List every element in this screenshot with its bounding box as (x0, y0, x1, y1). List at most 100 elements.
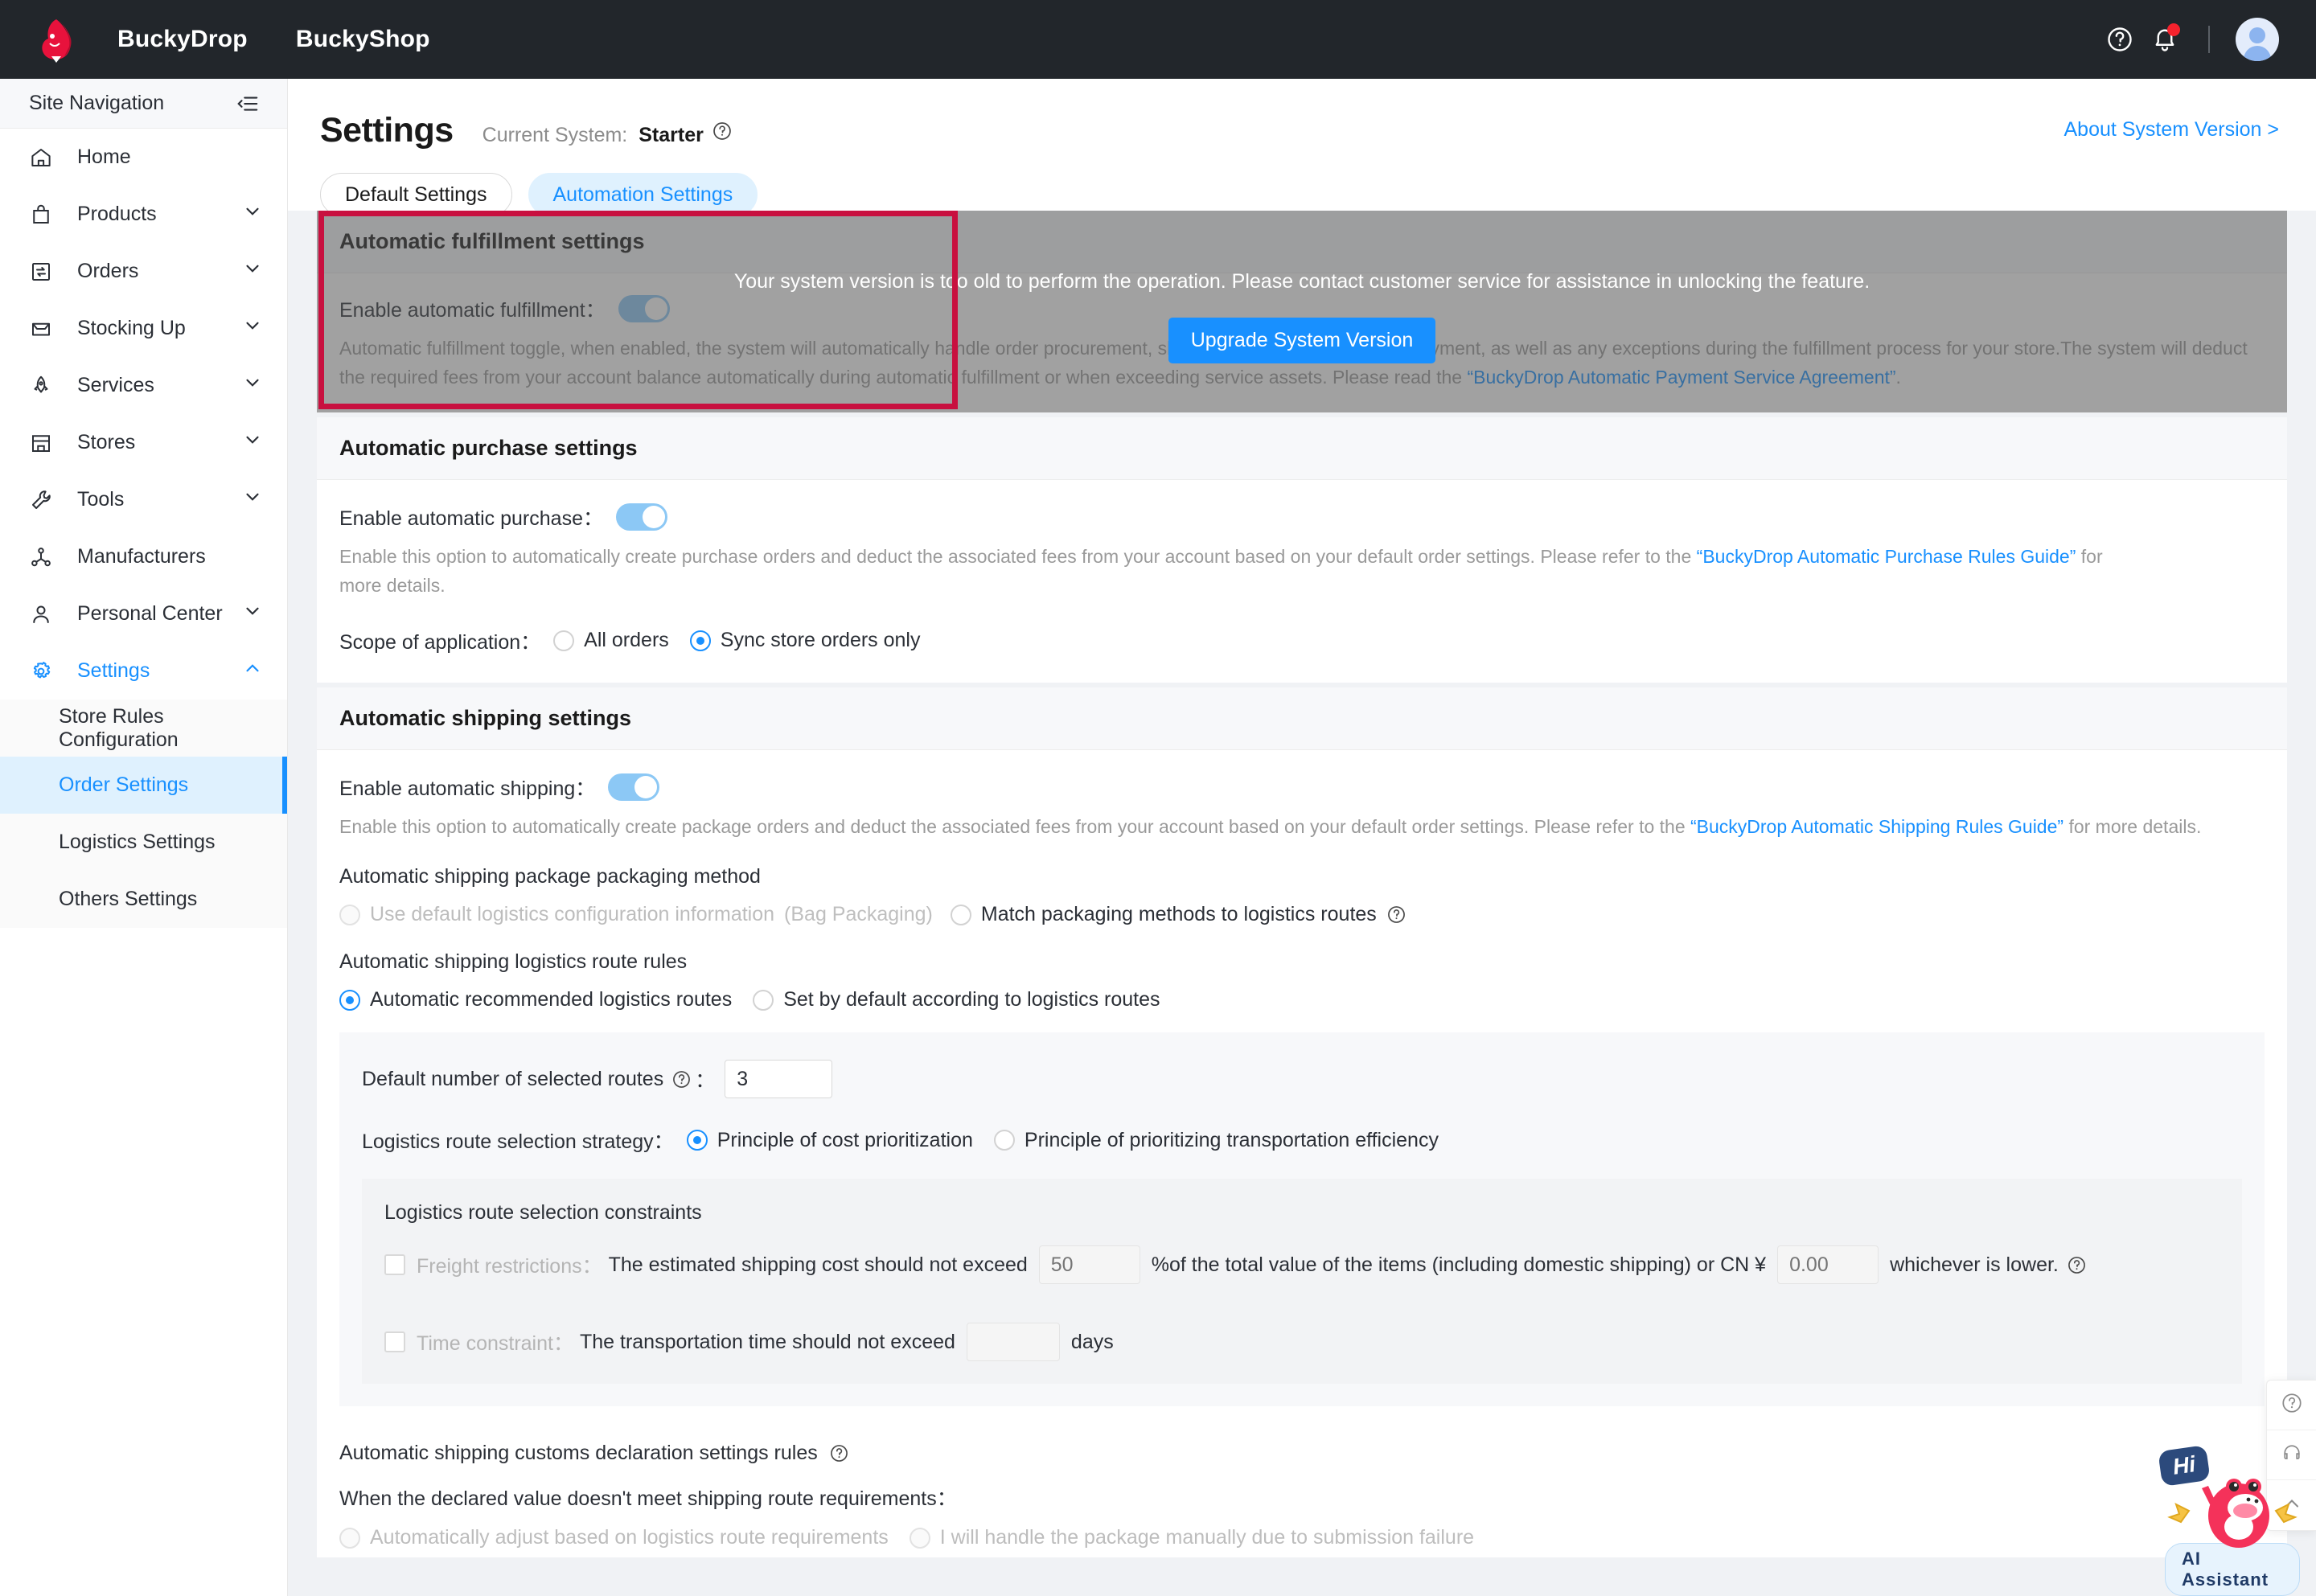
brand-buckyshop-link[interactable]: BuckyShop (296, 26, 430, 53)
radio-dot-icon (753, 989, 774, 1011)
time-constraint-text-2: days (1070, 1330, 1114, 1353)
sidebar: Site Navigation Home Products Orders Sto… (0, 79, 288, 1596)
wrench-icon (29, 488, 63, 512)
sidebar-item-stores[interactable]: Stores (0, 414, 287, 471)
network-nodes-icon (29, 545, 63, 569)
brand-buckydrop-link[interactable]: BuckyDrop (117, 26, 248, 53)
shipping-card-header: Automatic shipping settings (317, 687, 2287, 750)
sidebar-item-services[interactable]: Services (0, 357, 287, 414)
buckydrop-automatic-shipping-rules-guide-link[interactable]: “BuckyDrop Automatic Shipping Rules Guid… (1690, 816, 2063, 837)
customs-declaration-title: Automatic shipping customs declaration s… (339, 1442, 818, 1465)
route-rule-radio-automatic-recommended[interactable]: Automatic recommended logistics routes (339, 988, 732, 1011)
default-routes-input[interactable] (725, 1060, 833, 1099)
scope-radio-all-orders[interactable]: All orders (553, 629, 669, 652)
question-circle-icon[interactable] (712, 121, 733, 142)
default-routes-row: Default number of selected routes ： (362, 1060, 2242, 1099)
rocket-icon (29, 374, 63, 398)
packaging-help-icon[interactable] (1386, 905, 1406, 925)
customs-help-icon[interactable] (829, 1443, 849, 1463)
packaging-radio-use-default-logistics-config[interactable]: Use default logistics configuration info… (339, 903, 774, 926)
collapse-menu-icon[interactable] (234, 90, 261, 117)
page-header: Settings Current System: Starter About S… (288, 79, 2316, 216)
default-routes-label: Default number of selected routes (362, 1067, 664, 1090)
scope-radio-sync-store-orders-only[interactable]: Sync store orders only (689, 629, 921, 652)
enable-automatic-shipping-toggle[interactable] (608, 773, 660, 801)
radio-dot-icon (909, 1527, 930, 1549)
scope-of-application-label: Scope of application： (339, 630, 541, 654)
sidebar-item-home[interactable]: Home (0, 129, 287, 186)
shipping-helper-text: Enable this option to automatically crea… (339, 813, 2261, 842)
radio-dot-icon (553, 630, 575, 651)
sub-item-label: Logistics Settings (59, 831, 216, 853)
sidebar-item-stocking-up[interactable]: Stocking Up (0, 300, 287, 357)
sidebar-item-manufacturers[interactable]: Manufacturers (0, 528, 287, 585)
bag-icon (29, 203, 63, 227)
chevron-down-icon (242, 372, 263, 399)
about-system-version-link[interactable]: About System Version > (2063, 118, 2279, 142)
sidebar-item-products[interactable]: Products (0, 186, 287, 243)
strategy-radio-cost-prioritization[interactable]: Principle of cost prioritization (686, 1129, 973, 1152)
time-constraint-checkbox[interactable] (384, 1331, 405, 1353)
notification-badge-dot (2167, 23, 2180, 36)
radio-dot-icon (339, 1527, 360, 1549)
route-strategy-label: Logistics route selection strategy： (362, 1130, 674, 1154)
sidebar-title: Site Navigation (29, 92, 165, 114)
version-lock-overlay: Your system version is too old to perfor… (317, 211, 2287, 413)
sidebar-item-logistics-settings[interactable]: Logistics Settings (0, 814, 287, 871)
sidebar-item-label: Home (77, 146, 131, 168)
sidebar-item-label: Stores (77, 431, 136, 453)
home-icon (29, 146, 63, 170)
customs-radio-handle-manually[interactable]: I will handle the package manually due t… (909, 1526, 1474, 1549)
ai-assistant-mascot-icon: Hi (2158, 1445, 2300, 1549)
current-system-label: Current System: (482, 124, 628, 146)
buckydrop-dino-logo-icon[interactable] (32, 14, 82, 64)
packaging-method-radio-group: Use default logistics configuration info… (339, 903, 2265, 926)
chevron-down-icon (242, 429, 263, 456)
chevron-down-icon (242, 258, 263, 285)
shipping-helper-suffix: for more details. (2063, 815, 2202, 837)
sidebar-item-orders[interactable]: Orders (0, 243, 287, 300)
purchase-card-title: Automatic purchase settings (339, 436, 638, 461)
current-system-value: Starter (639, 124, 704, 146)
avatar[interactable] (2228, 18, 2279, 61)
buckydrop-automatic-purchase-rules-guide-link[interactable]: “BuckyDrop Automatic Purchase Rules Guid… (1697, 546, 2076, 567)
packaging-radio-label: Match packaging methods to logistics rou… (980, 903, 1377, 926)
freight-percent-input[interactable] (1038, 1245, 1140, 1285)
freight-restriction-checkbox[interactable] (384, 1254, 405, 1276)
sidebar-item-label: Stocking Up (77, 317, 186, 339)
time-constraint-days-input[interactable] (966, 1323, 1060, 1362)
sidebar-item-personal-center[interactable]: Personal Center (0, 585, 287, 642)
chevron-down-icon (242, 486, 263, 513)
sidebar-item-others-settings[interactable]: Others Settings (0, 871, 287, 928)
notification-bell-icon[interactable] (2142, 17, 2187, 62)
help-dock-button[interactable] (2267, 1381, 2316, 1430)
sidebar-item-label: Products (77, 203, 157, 225)
page-title: Settings (320, 111, 454, 150)
scope-radio-label: Sync store orders only (720, 629, 921, 652)
route-rule-radio-set-by-default[interactable]: Set by default according to logistics ro… (753, 988, 1160, 1011)
enable-automatic-shipping-label: Enable automatic shipping： (339, 777, 596, 800)
route-strategy-row: Logistics route selection strategy： Prin… (362, 1126, 2242, 1155)
enable-automatic-purchase-toggle[interactable] (615, 503, 667, 531)
packaging-radio-match-to-logistics-routes[interactable]: Match packaging methods to logistics rou… (950, 903, 1377, 926)
upgrade-system-version-button[interactable]: Upgrade System Version (1168, 317, 1436, 363)
purchase-helper-text: Enable this option to automatically crea… (339, 543, 2109, 600)
help-icon[interactable] (2097, 17, 2142, 62)
sidebar-item-store-rules-configuration[interactable]: Store Rules Configuration (0, 700, 287, 757)
customs-radio-automatically-adjust[interactable]: Automatically adjust based on logistics … (339, 1526, 889, 1549)
sidebar-item-tools[interactable]: Tools (0, 471, 287, 528)
chevron-down-icon (242, 315, 263, 342)
sub-item-label: Order Settings (59, 773, 189, 796)
freight-help-icon[interactable] (2067, 1255, 2087, 1275)
strategy-radio-transportation-efficiency[interactable]: Principle of prioritizing transportation… (993, 1129, 1439, 1152)
ai-assistant-widget[interactable]: Hi AI Assistant (2158, 1445, 2300, 1596)
settings-content-area: Automatic fulfillment settings Enable au… (288, 211, 2316, 1596)
tab-default-settings[interactable]: Default Settings (320, 173, 512, 216)
freight-amount-input[interactable] (1777, 1245, 1879, 1285)
sidebar-item-order-settings[interactable]: Order Settings (0, 757, 287, 814)
default-routes-help-icon[interactable] (671, 1069, 692, 1089)
sidebar-item-settings[interactable]: Settings (0, 642, 287, 700)
shipping-card-title: Automatic shipping settings (339, 705, 632, 730)
tab-automation-settings[interactable]: Automation Settings (528, 173, 758, 216)
radio-dot-icon (686, 1130, 708, 1151)
